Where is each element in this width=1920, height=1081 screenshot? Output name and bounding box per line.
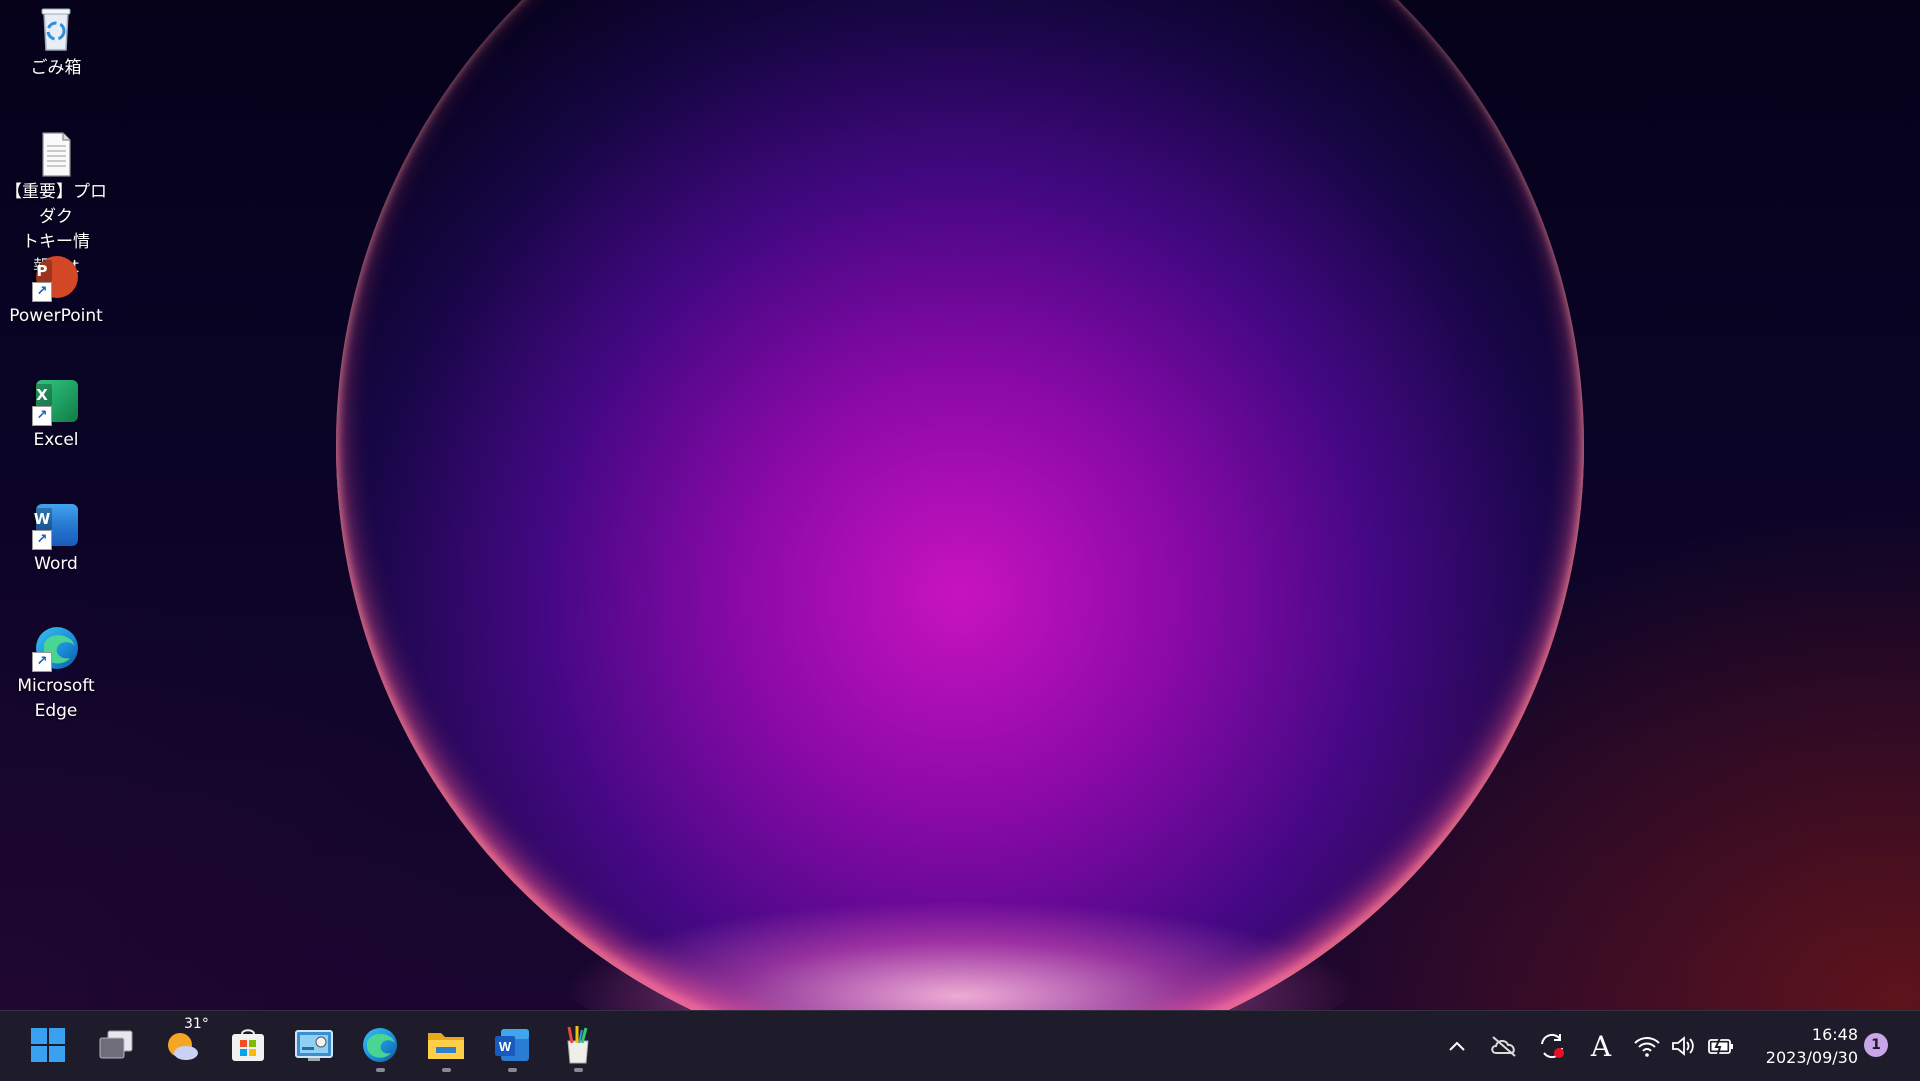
control-panel-button[interactable] bbox=[290, 1021, 338, 1069]
desktop-icon-label: Excel bbox=[33, 430, 79, 450]
running-indicator bbox=[376, 1068, 385, 1072]
word-icon: W ↗ bbox=[30, 502, 82, 550]
running-indicator bbox=[574, 1068, 583, 1072]
ime-mode-button[interactable]: A bbox=[1584, 1029, 1618, 1063]
shortcut-arrow-icon: ↗ bbox=[32, 282, 52, 302]
onedrive-button[interactable] bbox=[1486, 1029, 1522, 1063]
taskbar-edge-button[interactable] bbox=[356, 1021, 404, 1072]
desktop-icon-word[interactable]: W ↗ Word bbox=[0, 502, 112, 577]
weather-temperature: 31° bbox=[184, 1016, 209, 1032]
desktop-icon-powerpoint[interactable]: P ↗ PowerPoint bbox=[0, 254, 112, 329]
control-panel-icon bbox=[295, 1030, 333, 1061]
desktop-icon-microsoft-edge[interactable]: ↗ Microsoft Edge bbox=[0, 624, 112, 724]
recycle-bin-icon bbox=[30, 6, 82, 54]
svg-text:W: W bbox=[499, 1039, 512, 1054]
shortcut-arrow-icon: ↗ bbox=[32, 530, 52, 550]
battery-icon bbox=[1708, 1037, 1733, 1055]
desktop-icon-recycle-bin[interactable]: ごみ箱 bbox=[0, 6, 112, 81]
edge-icon bbox=[363, 1028, 397, 1062]
wallpaper-orb-rim bbox=[336, 0, 1584, 1010]
desktop-icon-label-line1: 【重要】プロダク bbox=[5, 182, 107, 227]
paint-icon bbox=[567, 1026, 589, 1064]
volume-icon bbox=[1672, 1036, 1694, 1056]
volume-button[interactable] bbox=[1666, 1029, 1700, 1063]
chevron-up-icon bbox=[1449, 1041, 1465, 1051]
word-icon: W bbox=[495, 1029, 529, 1061]
clock-date: 2023/09/30 bbox=[1765, 1048, 1858, 1067]
running-indicator bbox=[508, 1068, 517, 1072]
onedrive-offline-icon bbox=[1491, 1036, 1516, 1057]
notification-badge[interactable]: 1 bbox=[1864, 1033, 1888, 1057]
wifi-button[interactable] bbox=[1630, 1029, 1664, 1063]
wifi-icon bbox=[1634, 1037, 1660, 1057]
clock-time: 16:48 bbox=[1811, 1025, 1858, 1044]
powerpoint-icon: P ↗ bbox=[30, 254, 82, 302]
desktop-icon-label: PowerPoint bbox=[9, 306, 103, 326]
start-icon bbox=[31, 1028, 65, 1062]
file-explorer-button[interactable] bbox=[422, 1021, 470, 1072]
task-view-icon bbox=[99, 1030, 133, 1059]
desktop-icon-label-line2: Edge bbox=[34, 701, 78, 721]
show-hidden-icons-button[interactable] bbox=[1440, 1029, 1474, 1063]
taskbar-clock[interactable]: 16:48 2023/09/30 bbox=[1748, 1023, 1858, 1069]
excel-letter: X bbox=[32, 384, 52, 406]
shortcut-arrow-icon: ↗ bbox=[32, 652, 52, 672]
ime-icon: A bbox=[1590, 1029, 1612, 1063]
shortcut-arrow-icon: ↗ bbox=[32, 406, 52, 426]
desktop-icon-label-line1: Microsoft bbox=[17, 676, 95, 696]
text-file-icon bbox=[30, 130, 82, 178]
desktop-icon-label: Word bbox=[34, 554, 78, 574]
microsoft-store-button[interactable] bbox=[224, 1021, 272, 1069]
word-letter: W bbox=[32, 508, 52, 530]
microsoft-store-icon bbox=[232, 1029, 264, 1061]
powerpoint-letter: P bbox=[32, 260, 52, 282]
desktop-icon-label: ごみ箱 bbox=[30, 58, 82, 78]
desktop-wallpaper bbox=[0, 0, 1920, 1010]
paint-button[interactable] bbox=[554, 1021, 602, 1072]
edge-icon: ↗ bbox=[30, 624, 82, 672]
battery-button[interactable] bbox=[1704, 1029, 1738, 1063]
task-view-button[interactable] bbox=[92, 1021, 140, 1069]
start-button[interactable] bbox=[24, 1021, 72, 1069]
sync-status-button[interactable] bbox=[1534, 1029, 1570, 1063]
excel-icon: X ↗ bbox=[30, 378, 82, 426]
file-explorer-icon bbox=[428, 1033, 464, 1059]
desktop-icon-excel[interactable]: X ↗ Excel bbox=[0, 378, 112, 453]
taskbar: 31° W A 16:48 2023/09/30 1 bbox=[0, 1010, 1920, 1081]
sync-icon bbox=[1541, 1033, 1564, 1059]
taskbar-word-button[interactable]: W bbox=[488, 1021, 536, 1072]
running-indicator bbox=[442, 1068, 451, 1072]
